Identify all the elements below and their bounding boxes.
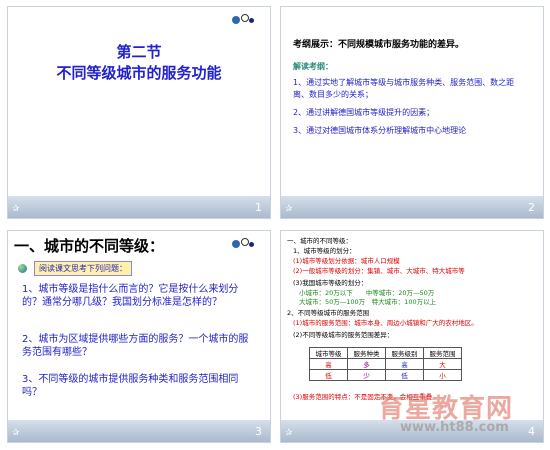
table-header-cell: 服务级别 (385, 347, 424, 359)
slide-list-item: 2、通过讲解德国城市等级提升的因素； (293, 108, 435, 117)
outline-line: 大城市：50万—100万 特大城市：100万以上 (299, 298, 437, 306)
outline-line: (3)我国城市等级的划分： (293, 279, 368, 287)
reading-note-box: 阅读课文思考下列问题： (34, 261, 132, 276)
table-cell: 多 (347, 358, 386, 370)
slide-list-item: 1、通过实地了解城市等级与城市服务种类、服务范围、数之距离、数目多少的关系； (293, 78, 515, 99)
question-item: 1、城市等级是指什么而言的？它是按什么来划分的？通常分哪几级？我国划分标准是怎样… (22, 284, 239, 308)
table-cell: 少 (347, 369, 386, 381)
slide-transition-icon: ✰ (285, 204, 293, 214)
outline-line: 小城市：20万以下 中等城市：20万—50万 (299, 289, 435, 297)
slide-transition-icon: ✰ (285, 428, 293, 438)
outline-line: (1)城市等级划分依据：城市人口规模 (293, 257, 400, 265)
slide-footer-band (8, 196, 270, 218)
table-cell: 大 (423, 358, 462, 370)
question-item: 3、不同等级的城市提供服务种类和服务范围相同吗？ (22, 374, 239, 398)
slide-number: 4 (528, 425, 535, 438)
table-header-cell: 城市等级 (309, 347, 348, 359)
outline-line: 1、城市等级的划分： (293, 247, 356, 255)
outline-line: (2)不同等级城市的服务范围差异： (293, 331, 394, 339)
outline-line: 一、城市的不同等级： (287, 237, 352, 245)
outline-line: 2、不同等级城市的服务范围 (287, 309, 370, 317)
table-cell: 小 (423, 369, 462, 381)
slide-subheading: 解读考纲： (293, 62, 333, 71)
slide-transition-icon: ✰ (12, 204, 20, 214)
slide-thumbnail-1[interactable]: 第二节 不同等级城市的服务功能 ✰ 1 (7, 6, 271, 219)
decorative-balls-icon (232, 13, 258, 25)
watermark-url: www.ht88.com (400, 420, 509, 435)
outline-line: (2)一般城市等级的划分：集镇、城市、大城市、特大城市等 (293, 267, 465, 275)
slide-heading: 一、城市的不同等级： (14, 237, 165, 255)
table-cell: 低 (309, 369, 348, 381)
question-item: 2、城市为区域提供哪些方面的服务？一个城市的服务范围有哪些？ (22, 334, 249, 358)
table-header-cell: 服务种类 (347, 347, 386, 359)
slide-transition-icon: ✰ (12, 428, 20, 438)
slide-thumbnail-3[interactable]: 一、城市的不同等级： 阅读课文思考下列问题： 1、城市等级是指什么而言的？它是按… (7, 230, 271, 443)
table-header-cell: 服务范围 (423, 347, 462, 359)
slide-footer-band (8, 420, 270, 442)
slide-number: 2 (528, 201, 535, 214)
slide-title-line2: 不同等级城市的服务功能 (56, 64, 222, 82)
outline-line: (1)城市的服务范围：城市本身、周边小城镇和广大的农村地区。 (293, 319, 478, 327)
globe-bullet-icon (18, 264, 27, 273)
table-cell: 高 (385, 358, 424, 370)
slide-number: 1 (255, 201, 262, 214)
service-range-table: 城市等级 服务种类 服务级别 服务范围 高 多 高 大 低 少 低 小 (309, 347, 462, 381)
slide-main-text: 考纲展示：不同规模城市服务功能的差异。 (293, 40, 465, 50)
decorative-balls-icon (232, 237, 258, 249)
table-cell: 低 (385, 369, 424, 381)
slide-title-line1: 第二节 (116, 43, 162, 61)
slide-thumbnail-2[interactable]: 考纲展示：不同规模城市服务功能的差异。 解读考纲： 1、通过实地了解城市等级与城… (280, 6, 544, 219)
slide-number: 3 (255, 425, 262, 438)
table-cell: 高 (309, 358, 348, 370)
slide-footer-band (281, 196, 543, 218)
slide-list-item: 3、通过对德国城市体系分析理解城市中心地理论 (293, 126, 467, 135)
